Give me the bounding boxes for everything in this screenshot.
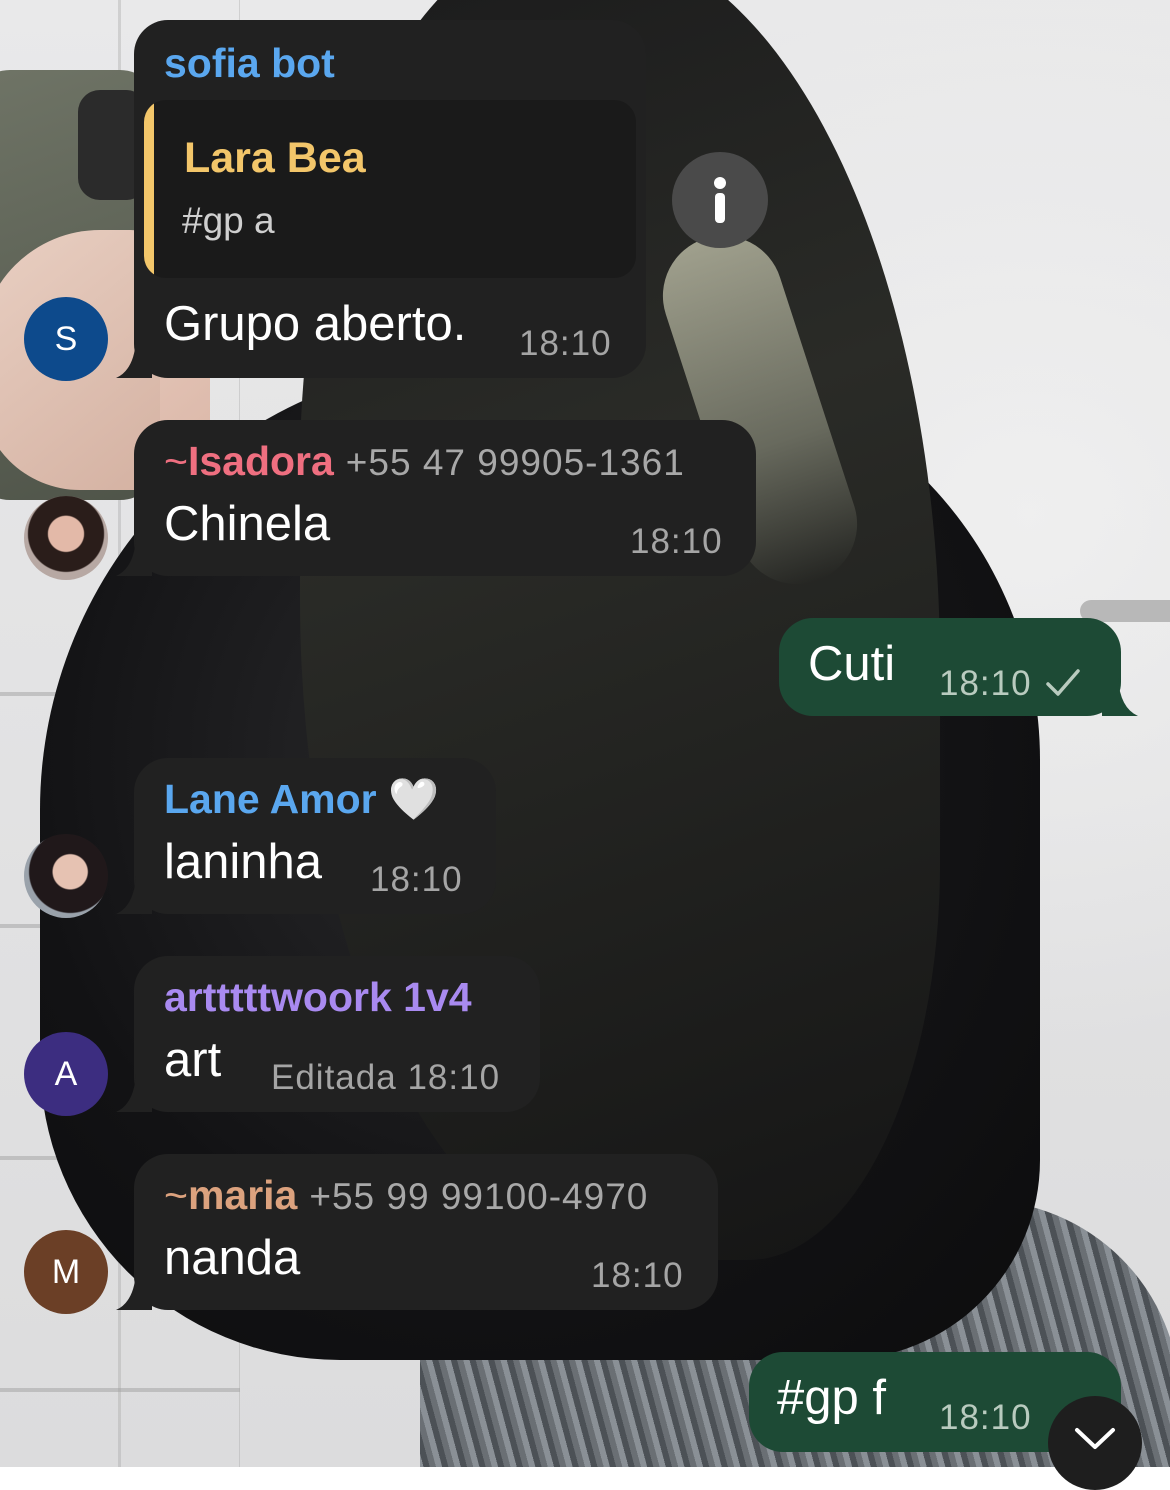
sender-name[interactable]: sofia bot xyxy=(164,40,335,87)
reply-quote-bar xyxy=(144,100,154,278)
avatar[interactable] xyxy=(24,496,108,580)
message-text: laninha xyxy=(164,835,323,889)
message-bubble[interactable]: ~Isadora +55 47 99905-1361 Chinela 18:10 xyxy=(134,420,756,576)
sender-tilde: ~ xyxy=(164,438,188,484)
bubble-tail xyxy=(116,876,152,914)
message-bubble[interactable]: Cuti 18:10 xyxy=(779,618,1121,716)
sender-tilde: ~ xyxy=(164,1172,188,1218)
sender-name[interactable]: ~Isadora +55 47 99905-1361 xyxy=(164,438,685,485)
message-bubble[interactable]: artttttwoork 1v4 art Editada 18:10 xyxy=(134,956,540,1112)
sender-phone: +55 47 99905-1361 xyxy=(345,442,685,483)
message-time-edited: Editada 18:10 xyxy=(271,1058,500,1098)
scroll-down-button[interactable] xyxy=(1048,1396,1142,1490)
message-time: 18:10 xyxy=(407,1058,501,1097)
avatar[interactable]: S xyxy=(24,297,108,381)
reply-text: #gp a xyxy=(182,200,275,241)
message-time: 18:10 xyxy=(591,1256,684,1295)
chevron-down-icon xyxy=(1075,1428,1115,1449)
message-text: art xyxy=(164,1033,222,1087)
reply-quote[interactable]: Lara Bea #gp a xyxy=(144,100,636,278)
check-icon xyxy=(1046,669,1080,696)
message-time: 18:10 xyxy=(939,664,1032,703)
avatar-letter: M xyxy=(51,1252,81,1291)
bubble-tail xyxy=(116,1074,152,1112)
sender-name[interactable]: ~maria +55 99 99100-4970 xyxy=(164,1172,648,1219)
reply-sender-name: Lara Bea xyxy=(184,134,366,182)
info-icon xyxy=(714,177,726,223)
message-bubble[interactable]: ~maria +55 99 99100-4970 nanda 18:10 xyxy=(134,1154,718,1310)
avatar[interactable] xyxy=(24,834,108,918)
avatar-letter: A xyxy=(54,1054,78,1093)
avatar-letter: S xyxy=(54,319,78,358)
bubble-tail xyxy=(116,538,152,576)
bubble-tail xyxy=(1102,678,1138,716)
sender-label: maria xyxy=(187,1172,298,1218)
bubble-tail xyxy=(116,340,152,378)
message-bubble[interactable]: Lane Amor 🤍 laninha 18:10 xyxy=(134,758,496,914)
message-time: 18:10 xyxy=(370,860,463,899)
message-text: Cuti xyxy=(808,637,896,691)
edited-label: Editada xyxy=(271,1058,397,1097)
sender-name[interactable]: artttttwoork 1v4 xyxy=(164,974,472,1021)
message-text: Grupo aberto. xyxy=(164,297,467,351)
bubble-tail xyxy=(116,1272,152,1310)
sender-label: Isadora xyxy=(187,438,334,484)
avatar[interactable]: M xyxy=(24,1230,108,1314)
message-text: nanda xyxy=(164,1231,301,1285)
message-time: 18:10 xyxy=(939,1398,1032,1437)
message-time: 18:10 xyxy=(630,522,723,561)
avatar[interactable]: A xyxy=(24,1032,108,1116)
sender-phone: +55 99 99100-4970 xyxy=(309,1176,649,1217)
message-time: 18:10 xyxy=(519,324,612,363)
sender-name[interactable]: Lane Amor 🤍 xyxy=(164,776,439,824)
message-bubble[interactable]: sofia bot Lara Bea #gp a Grupo aberto. 1… xyxy=(134,20,646,378)
message-text: Chinela xyxy=(164,497,331,551)
message-text: #gp f xyxy=(777,1371,886,1425)
info-button[interactable] xyxy=(672,152,768,248)
